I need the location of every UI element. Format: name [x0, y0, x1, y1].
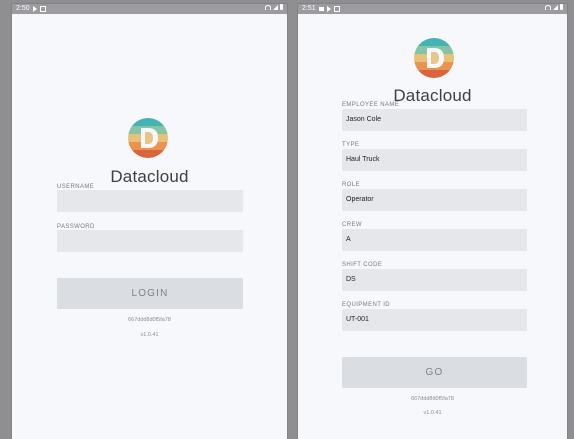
crew-input[interactable]: A	[342, 229, 527, 251]
crew-label: CREW	[342, 222, 362, 228]
login-button[interactable]: LOGIN	[57, 278, 243, 309]
play-icon	[32, 6, 37, 12]
wifi-icon	[545, 4, 551, 10]
status-bar: 2:50	[12, 4, 287, 14]
datacloud-logo-icon	[414, 38, 454, 78]
notification-icon	[333, 6, 340, 12]
notification-icon	[39, 6, 46, 12]
shift-code-label: SHIFT CODE	[342, 262, 383, 268]
play-icon	[326, 6, 331, 12]
signal-icon	[273, 4, 278, 10]
device-id: 667ddd8d0f5fa78	[411, 396, 454, 402]
battery-icon	[560, 4, 563, 10]
shift-screen: 2:51 Datacloud EMPLOYEE NAME Jason Cole …	[298, 4, 567, 439]
username-input[interactable]	[57, 190, 243, 212]
employee-name-input[interactable]: Jason Cole	[342, 109, 527, 131]
role-label: ROLE	[342, 182, 360, 188]
type-label: TYPE	[342, 142, 360, 148]
battery-icon	[280, 4, 283, 10]
type-input[interactable]: Haul Truck	[342, 149, 527, 171]
shift-code-input[interactable]: DS	[342, 269, 527, 291]
equipment-id-label: EQUIPMENT ID	[342, 302, 391, 308]
go-button[interactable]: GO	[342, 357, 527, 388]
device-id: 667ddd8d0f5fa78	[128, 317, 171, 323]
signal-icon	[553, 4, 558, 10]
equipment-id-input[interactable]: UT-001	[342, 309, 527, 331]
wifi-icon	[265, 4, 271, 10]
login-screen: 2:50 Datacloud USERNAME PASSWORD LOGIN 6…	[12, 4, 287, 439]
app-version: v1.0.41	[140, 332, 159, 338]
password-input[interactable]	[57, 230, 243, 252]
app-version: v1.0.41	[423, 410, 442, 416]
status-time: 2:50	[16, 5, 30, 12]
datacloud-logo-icon	[128, 118, 168, 158]
employee-name-label: EMPLOYEE NAME	[342, 102, 400, 108]
brand-title: Datacloud	[393, 86, 472, 105]
status-time: 2:51	[302, 5, 316, 12]
image-icon	[318, 7, 324, 11]
role-input[interactable]: Operator	[342, 189, 527, 211]
status-bar: 2:51	[298, 4, 567, 14]
brand-title: Datacloud	[110, 167, 189, 186]
